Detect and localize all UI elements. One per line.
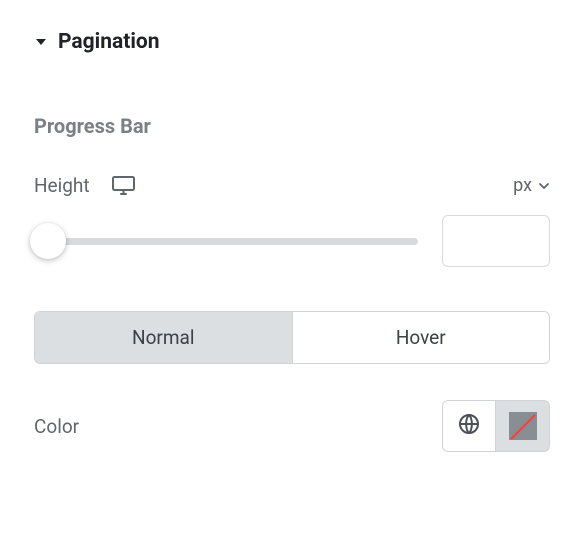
height-label: Height — [34, 174, 90, 197]
height-input[interactable] — [442, 215, 550, 267]
global-color-button[interactable] — [442, 400, 496, 452]
state-tabs: Normal Hover — [34, 311, 550, 364]
height-control-row: Height px — [34, 174, 550, 197]
color-controls — [442, 400, 550, 452]
globe-icon — [457, 412, 481, 440]
color-swatch-button[interactable] — [496, 400, 550, 452]
tab-normal[interactable]: Normal — [35, 312, 292, 363]
caret-down-icon — [34, 35, 48, 49]
chevron-down-icon — [538, 180, 550, 192]
no-color-swatch-icon — [509, 412, 537, 440]
progress-bar-title: Progress Bar — [34, 114, 550, 138]
desktop-icon[interactable] — [112, 176, 135, 196]
unit-label: px — [513, 175, 532, 196]
unit-select[interactable]: px — [513, 175, 550, 196]
slider-thumb[interactable] — [30, 223, 66, 259]
section-title: Pagination — [58, 30, 160, 54]
slider-track — [34, 238, 418, 245]
color-row: Color — [34, 400, 550, 452]
height-slider[interactable] — [34, 223, 418, 259]
height-slider-row — [34, 215, 550, 267]
pagination-section-header[interactable]: Pagination — [34, 30, 550, 54]
color-label: Color — [34, 415, 79, 438]
tab-hover[interactable]: Hover — [292, 312, 550, 363]
